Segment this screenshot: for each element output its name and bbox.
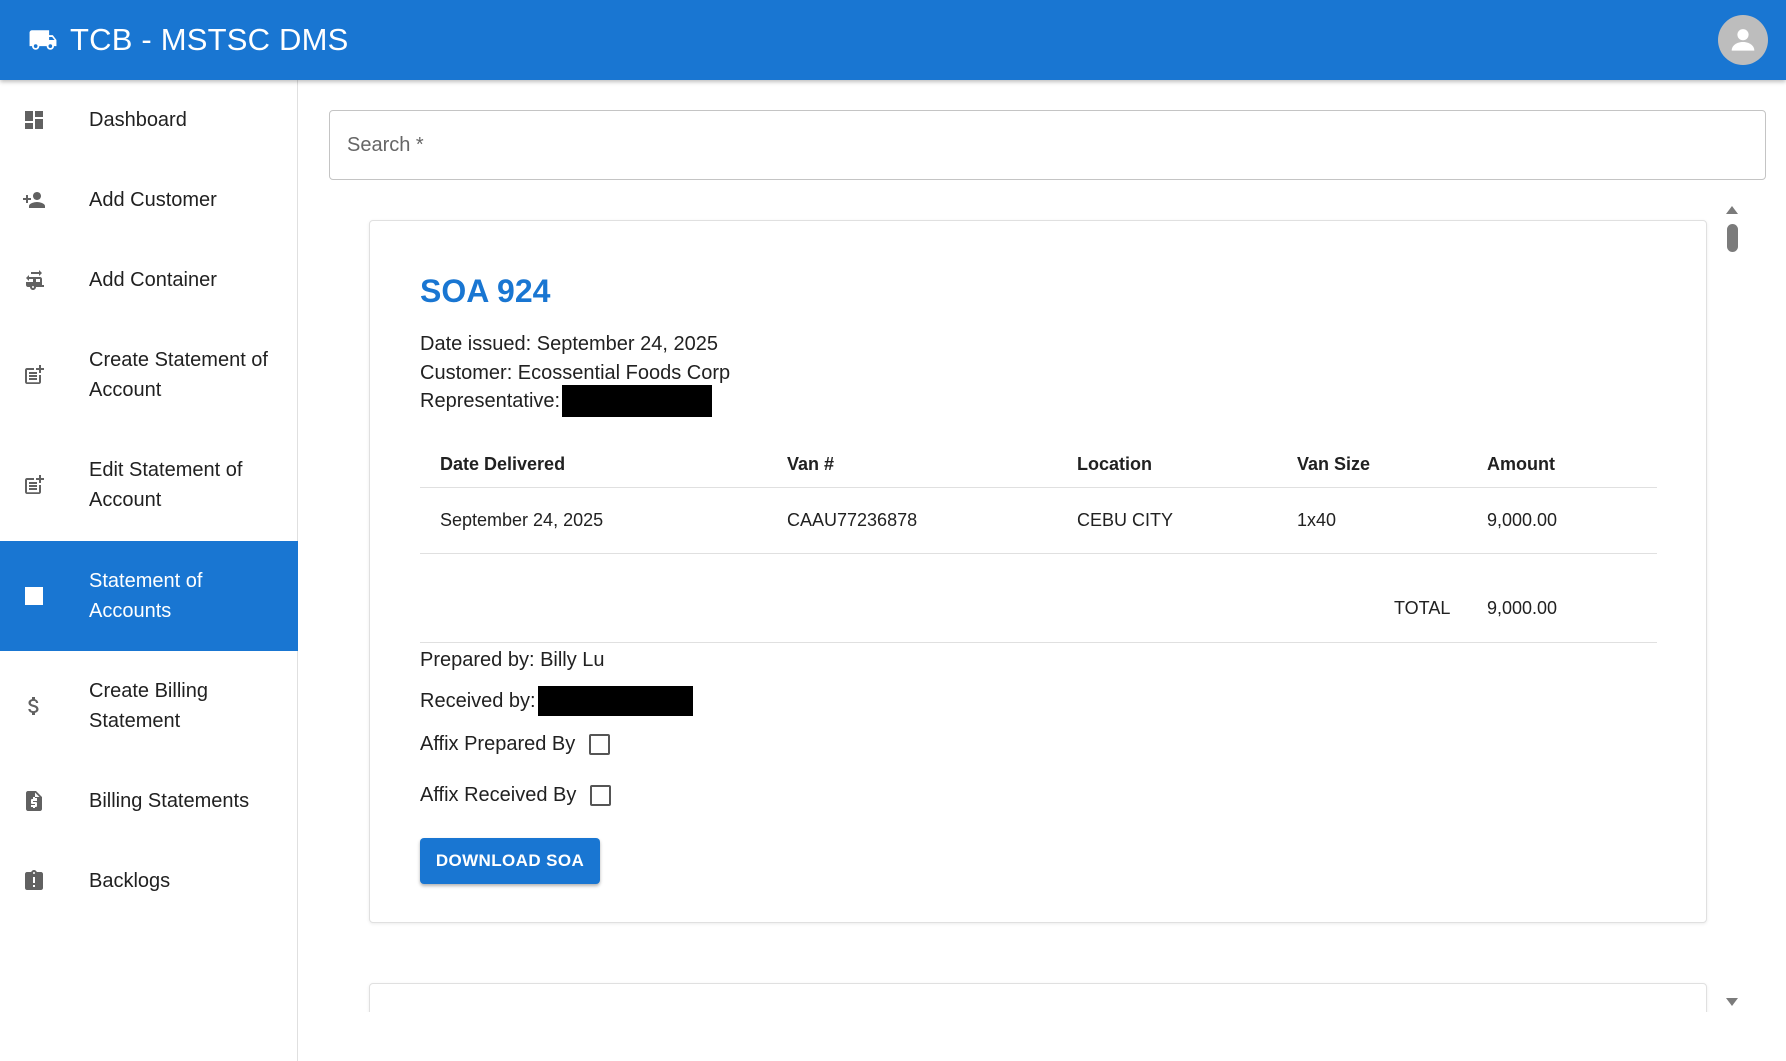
- representative-line: Representative:: [420, 385, 713, 417]
- affix-received-checkbox[interactable]: [590, 784, 612, 806]
- scroll-up-icon[interactable]: [1726, 206, 1738, 214]
- total-label: TOTAL: [1394, 598, 1451, 618]
- table-header-row: Date Delivered Van # Location Van Size A…: [420, 443, 1657, 488]
- column-header: Amount: [1467, 443, 1657, 488]
- soa-card: SOA 924 Date issued: September 24, 2025 …: [369, 220, 1707, 923]
- sidebar-item-label: Dashboard: [89, 109, 187, 131]
- affix-received-label: Affix Received By: [420, 783, 577, 806]
- search-input[interactable]: [347, 111, 1747, 179]
- representative-label: Representative:: [420, 389, 561, 412]
- received-by-line: Received by:: [420, 686, 693, 716]
- soa-title: SOA 924: [420, 273, 551, 309]
- sidebar-item-add-customer[interactable]: Add Customer: [0, 160, 298, 240]
- soa-table: Date Delivered Van # Location Van Size A…: [420, 443, 1657, 554]
- truck-icon: [28, 27, 60, 53]
- customer-name: Customer: Ecossential Foods Corp: [420, 362, 731, 384]
- sidebar-item-billing-statements[interactable]: Billing Statements: [0, 761, 298, 841]
- request-quote-icon: [20, 787, 48, 815]
- search-field[interactable]: [329, 110, 1766, 180]
- total-row: TOTAL 9,000.00: [420, 577, 1657, 643]
- affix-prepared-row: Affix Prepared By: [420, 729, 611, 759]
- table-cell: 1x40: [1277, 487, 1467, 554]
- table-cell: CAAU77236878: [767, 487, 1057, 554]
- app-bar: TCB - MSTSC DMS: [0, 0, 1786, 80]
- table-cell: September 24, 2025: [420, 487, 767, 554]
- assignment-late-icon: [20, 867, 48, 895]
- column-header: Van #: [767, 443, 1057, 488]
- table-cell: 9,000.00: [1467, 487, 1657, 554]
- scrollbar-thumb[interactable]: [1727, 224, 1738, 252]
- list-alt-icon: [20, 582, 48, 610]
- post-add-icon: [20, 471, 48, 499]
- account-circle-icon: [1731, 29, 1755, 51]
- scrollbar[interactable]: [1720, 204, 1746, 1014]
- download-soa-button[interactable]: DOWNLOAD SOA: [420, 838, 600, 884]
- sidebar-item-backlogs[interactable]: Backlogs: [0, 841, 298, 921]
- user-avatar[interactable]: [1718, 15, 1768, 65]
- affix-prepared-checkbox[interactable]: [589, 733, 611, 755]
- sidebar-item-label: Billing Statements: [89, 790, 250, 812]
- app-title: TCB - MSTSC DMS: [70, 22, 349, 57]
- received-by-label: Received by:: [420, 689, 536, 712]
- sidebar: Dashboard Add Customer Add Container Cre…: [0, 80, 298, 1061]
- table-row: September 24, 2025 CAAU77236878 CEBU CIT…: [420, 487, 1657, 554]
- scroll-down-icon[interactable]: [1726, 998, 1738, 1006]
- column-header: Location: [1057, 443, 1277, 488]
- soa-card-next: [369, 983, 1707, 1012]
- dollar-icon: [20, 692, 48, 720]
- sidebar-item-create-billing[interactable]: Create Billing Statement: [0, 651, 298, 761]
- dashboard-icon: [20, 106, 48, 134]
- sidebar-item-create-soa[interactable]: Create Statement of Account: [0, 320, 298, 430]
- column-header: Van Size: [1277, 443, 1467, 488]
- sidebar-item-label: Create Statement of Account: [89, 349, 268, 401]
- affix-prepared-label: Affix Prepared By: [420, 732, 576, 755]
- prepared-by: Prepared by: Billy Lu: [420, 649, 605, 671]
- total-value: 9,000.00: [1487, 598, 1558, 618]
- sidebar-item-label: Edit Statement of Account: [89, 459, 243, 511]
- sidebar-item-add-container[interactable]: Add Container: [0, 240, 298, 320]
- date-issued: Date issued: September 24, 2025: [420, 333, 718, 355]
- rv-hookup-icon: [20, 266, 48, 294]
- affix-received-row: Affix Received By: [420, 780, 612, 810]
- sidebar-item-label: Backlogs: [89, 870, 171, 892]
- sidebar-item-dashboard[interactable]: Dashboard: [0, 80, 298, 160]
- sidebar-item-label: Statement of Accounts: [89, 570, 203, 622]
- redacted-box: [562, 385, 713, 417]
- sidebar-item-label: Create Billing Statement: [89, 680, 208, 732]
- person-add-icon: [20, 186, 48, 214]
- soa-list: SOA 924 Date issued: September 24, 2025 …: [298, 210, 1760, 1012]
- column-header: Date Delivered: [420, 443, 767, 488]
- sidebar-item-statement-of-accounts[interactable]: Statement of Accounts: [0, 541, 298, 651]
- post-add-icon: [20, 361, 48, 389]
- redacted-box: [537, 686, 693, 716]
- table-cell: CEBU CITY: [1057, 487, 1277, 554]
- sidebar-item-label: Add Customer: [89, 189, 217, 211]
- sidebar-item-label: Add Container: [89, 269, 217, 291]
- sidebar-item-edit-soa[interactable]: Edit Statement of Account: [0, 430, 298, 540]
